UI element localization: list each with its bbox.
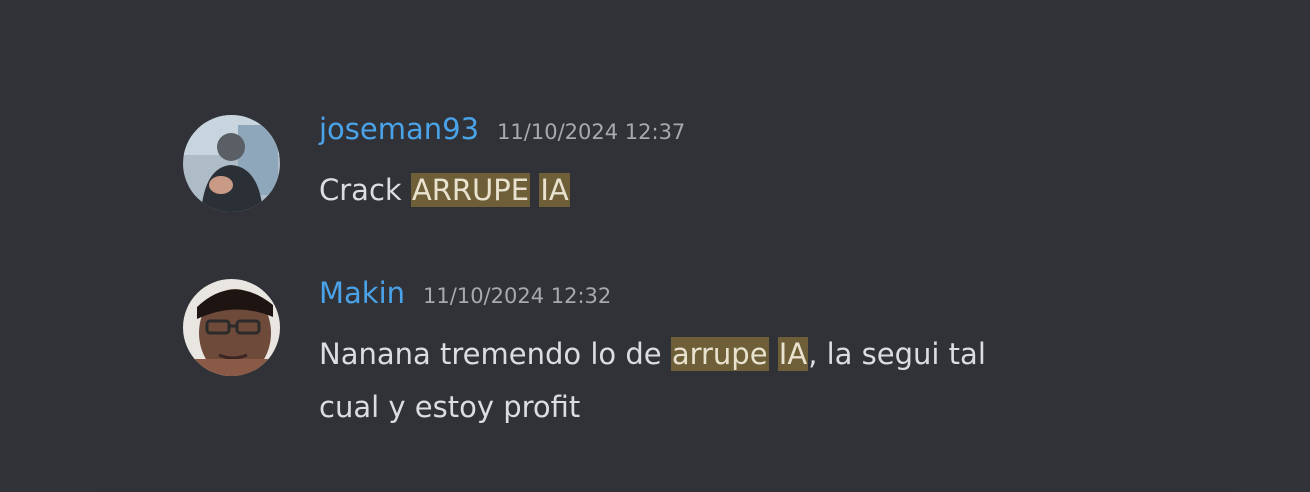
username[interactable]: Makin bbox=[319, 276, 405, 310]
highlighted-match: arrupe bbox=[670, 337, 769, 371]
message-item[interactable]: joseman93 11/10/2024 12:37 Crack ARRUPE I… bbox=[183, 112, 1053, 222]
message-header: Makin 11/10/2024 12:32 bbox=[319, 276, 611, 310]
username[interactable]: joseman93 bbox=[319, 112, 479, 146]
highlighted-match: IA bbox=[777, 337, 809, 371]
message-content: Nanana tremendo lo de arrupe IA, la segu… bbox=[319, 328, 1039, 434]
timestamp: 11/10/2024 12:37 bbox=[497, 120, 686, 144]
avatar[interactable] bbox=[183, 279, 280, 376]
text-segment: Crack bbox=[319, 173, 411, 207]
avatar[interactable] bbox=[183, 115, 280, 212]
text-segment: Nanana tremendo lo de bbox=[319, 337, 671, 371]
user-avatar-icon bbox=[183, 115, 280, 212]
message-header: joseman93 11/10/2024 12:37 bbox=[319, 112, 685, 146]
user-avatar-icon bbox=[183, 279, 280, 376]
highlighted-match: ARRUPE bbox=[410, 173, 531, 207]
timestamp: 11/10/2024 12:32 bbox=[423, 284, 612, 308]
text-segment bbox=[530, 173, 539, 207]
highlighted-match: IA bbox=[539, 173, 570, 207]
message-item[interactable]: Makin 11/10/2024 12:32 Nanana tremendo lo… bbox=[183, 276, 1053, 446]
message-content: Crack ARRUPE IA bbox=[319, 164, 1039, 217]
text-segment bbox=[769, 337, 778, 371]
